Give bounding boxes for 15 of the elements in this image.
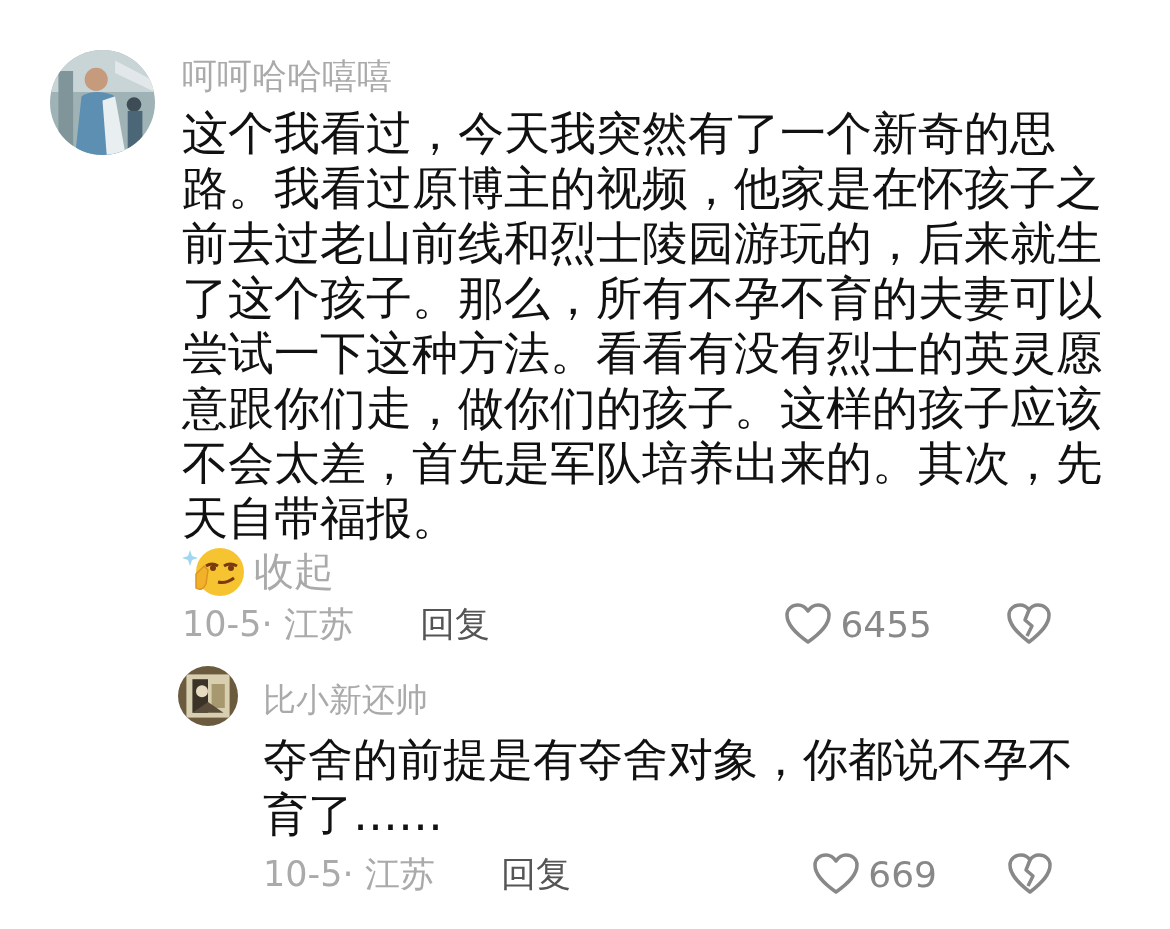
like-count: 6455 <box>840 603 932 645</box>
reply-button[interactable]: 回复 <box>501 850 571 898</box>
broken-heart-icon[interactable] <box>1006 602 1052 646</box>
reply-button[interactable]: 回复 <box>420 600 490 648</box>
date-location: 10-5· 江苏 <box>182 602 355 646</box>
heart-icon[interactable] <box>784 602 833 646</box>
heart-icon[interactable] <box>812 852 861 896</box>
like-count: 669 <box>868 853 937 895</box>
author-name[interactable]: 比小新还帅 <box>263 676 428 724</box>
comment-text: 这个我看过，今天我突然有了一个新奇的思路。我看过原博主的视频，他家是在怀孩子之前去过老山前线和烈士陵园游玩的，后来就生了这个孩子。那么，所有不孕不育的夫妻可以尝试一下这种方法。看看有没有烈士的英灵愿意跟你们走，做你们的孩子。这样的孩子应该不会太差，首先是军队培养出来的。其次，先天自带福报。 <box>182 106 1102 546</box>
collapse-link[interactable]: 收起 <box>254 543 334 599</box>
date-location: 10-5· 江苏 <box>263 852 436 896</box>
comment-text: 夺舍的前提是有夺舍对象，你都说不孕不育了…… <box>263 732 1074 842</box>
author-name[interactable]: 呵呵哈哈嘻嘻 <box>182 52 392 100</box>
broken-heart-icon[interactable] <box>1007 852 1053 896</box>
